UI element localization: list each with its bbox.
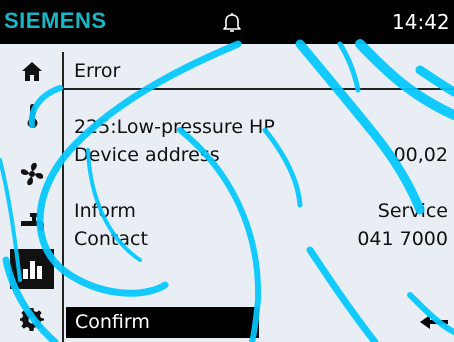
faucet-icon bbox=[21, 213, 44, 231]
title-divider bbox=[64, 88, 454, 90]
device-address-value: 00,02 bbox=[393, 144, 448, 166]
decorative-swoosh-overlay bbox=[0, 39, 454, 342]
device-display: SIEMENS 14:42 Error 225:Low-pressure HP … bbox=[0, 0, 454, 342]
home-icon bbox=[22, 62, 42, 81]
page-title: Error bbox=[74, 60, 121, 82]
status-bar: SIEMENS 14:42 bbox=[0, 0, 454, 44]
thermometer-icon bbox=[27, 104, 38, 128]
contact-value: 041 7000 bbox=[357, 228, 448, 250]
sidebar-item-home[interactable] bbox=[10, 52, 54, 92]
sidebar-nav bbox=[0, 44, 62, 342]
inform-label: Inform bbox=[74, 200, 136, 222]
inform-value: Service bbox=[377, 200, 448, 222]
error-code: 225:Low-pressure HP bbox=[74, 116, 275, 138]
confirm-button[interactable]: Confirm bbox=[66, 307, 259, 338]
back-arrow-icon[interactable] bbox=[418, 312, 450, 332]
sidebar-item-temperature[interactable] bbox=[10, 96, 54, 136]
sidebar-item-settings[interactable] bbox=[10, 300, 54, 340]
brand-logo: SIEMENS bbox=[4, 8, 107, 33]
contact-label: Contact bbox=[74, 228, 148, 250]
device-address-label: Device address bbox=[74, 144, 220, 166]
bar-chart-icon bbox=[23, 261, 42, 279]
sidebar-item-hot-water[interactable] bbox=[10, 204, 54, 244]
clock: 14:42 bbox=[392, 10, 450, 34]
sidebar-item-reports[interactable] bbox=[10, 249, 54, 289]
gear-icon bbox=[20, 308, 44, 332]
sidebar-divider bbox=[62, 52, 64, 342]
fan-icon bbox=[20, 162, 44, 186]
bell-icon[interactable] bbox=[220, 10, 244, 34]
sidebar-item-ventilation[interactable] bbox=[10, 154, 54, 194]
